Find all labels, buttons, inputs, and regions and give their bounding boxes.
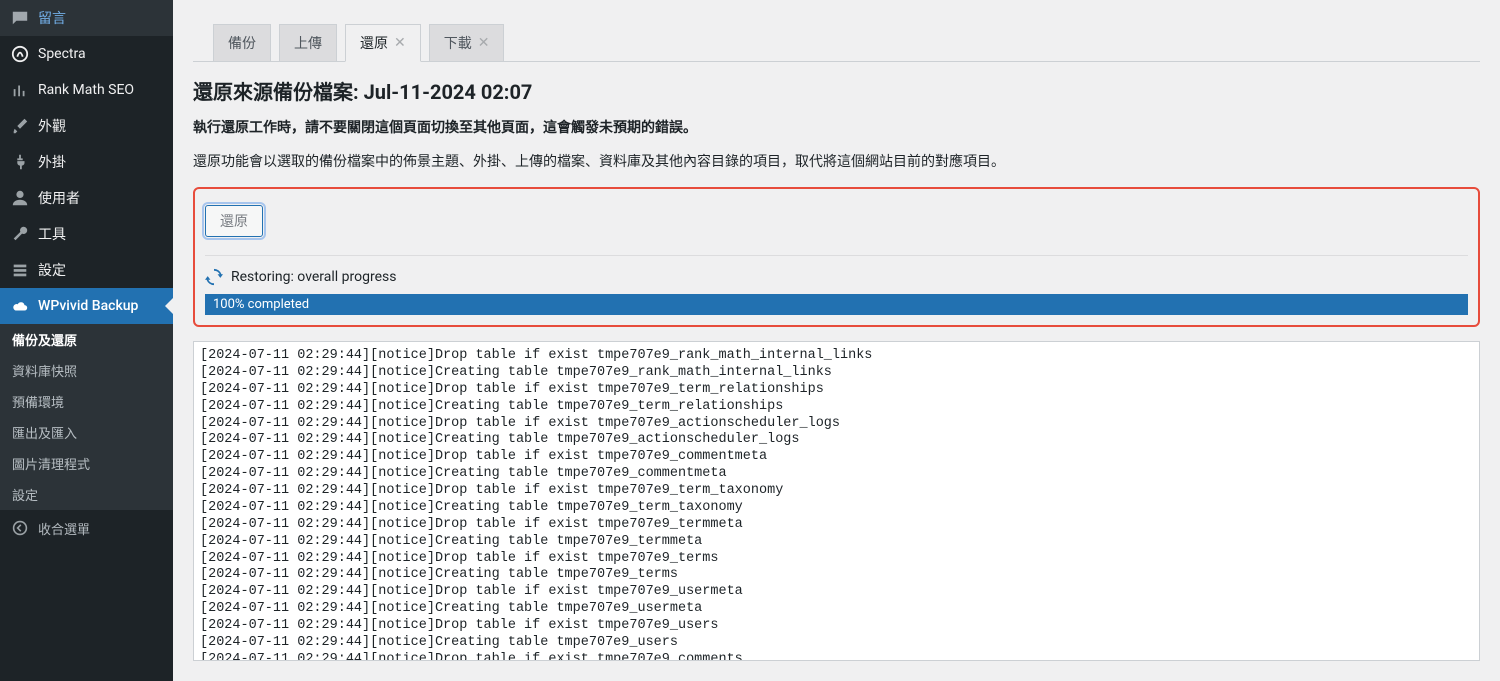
sidebar-item-label: Rank Math SEO (38, 82, 134, 98)
sidebar-item-label: 外掛 (38, 152, 66, 172)
submenu-item[interactable]: 匯出及匯入 (0, 417, 173, 448)
backup-timestamp: Jul-11-2024 02:07 (364, 80, 533, 104)
sidebar-item-使用者[interactable]: 使用者 (0, 180, 173, 216)
divider (205, 255, 1468, 256)
progress-bar: 100% completed (205, 294, 1468, 315)
sidebar-item-label: 設定 (38, 260, 66, 280)
tab-label: 下載 (444, 33, 472, 53)
cloud-icon (10, 296, 30, 316)
wrench-icon (10, 224, 30, 244)
user-icon (10, 188, 30, 208)
submenu-item[interactable]: 圖片清理程式 (0, 448, 173, 479)
comment-icon (10, 8, 30, 28)
sidebar-item-label: 留言 (38, 8, 66, 28)
sidebar-item-label: Spectra (38, 46, 86, 62)
brush-icon (10, 116, 30, 136)
submenu-item[interactable]: 預備環境 (0, 386, 173, 417)
sidebar-item-label: 外觀 (38, 116, 66, 136)
admin-sidebar: 留言 Spectra Rank Math SEO 外觀外掛使用者工具設定 WPvivid… (0, 0, 173, 681)
spectra-icon (10, 44, 30, 64)
submenu-item[interactable]: 備份及還原 (0, 324, 173, 355)
progress-label-text: Restoring: overall progress (231, 269, 396, 285)
sidebar-item-外掛[interactable]: 外掛 (0, 144, 173, 180)
sidebar-item-工具[interactable]: 工具 (0, 216, 173, 252)
restore-button[interactable]: 還原 (205, 205, 263, 237)
page-title: 還原來源備份檔案: Jul-11-2024 02:07 (193, 76, 1480, 105)
submenu-item[interactable]: 資料庫快照 (0, 355, 173, 386)
sidebar-item-wpvivid-backup[interactable]: WPvivid Backup (0, 288, 173, 324)
sidebar-item-設定[interactable]: 設定 (0, 252, 173, 288)
collapse-menu[interactable]: 收合選單 (0, 510, 173, 546)
sidebar-item-外觀[interactable]: 外觀 (0, 108, 173, 144)
description-text: 還原功能會以選取的備份檔案中的佈景主題、外掛、上傳的檔案、資料庫及其他內容目錄的… (193, 151, 1480, 171)
sync-icon (205, 268, 223, 286)
progress-label-row: Restoring: overall progress (205, 268, 1468, 286)
collapse-label: 收合選單 (38, 519, 90, 538)
warning-note: 執行還原工作時，請不要關閉這個頁面切換至其他頁面，這會觸發未預期的錯誤。 (193, 117, 1480, 137)
tab-label: 備份 (228, 33, 256, 53)
tab-還原[interactable]: 還原 ✕ (345, 24, 421, 62)
log-output[interactable]: [2024-07-11 02:29:44][notice]Drop table … (193, 341, 1480, 661)
tab-bar: 備份 上傳 還原 ✕ 下載 ✕ (193, 10, 1480, 62)
chart-icon (10, 80, 30, 100)
close-icon[interactable]: ✕ (394, 36, 406, 50)
restore-progress-region: 還原 Restoring: overall progress 100% comp… (193, 187, 1480, 327)
sidebar-item-留言[interactable]: 留言 (0, 0, 173, 36)
sidebar-item-rank-math-seo[interactable]: Rank Math SEO (0, 72, 173, 108)
main-content: 備份上傳還原✕下載✕ 還原來源備份檔案: Jul-11-2024 02:07 執… (173, 0, 1500, 681)
tab-label: 還原 (360, 33, 388, 53)
tab-備份[interactable]: 備份 (213, 24, 271, 61)
sidebar-item-label: 使用者 (38, 188, 80, 208)
close-icon[interactable]: ✕ (478, 36, 490, 50)
plug-icon (10, 152, 30, 172)
settings-icon (10, 260, 30, 280)
sidebar-item-label: WPvivid Backup (38, 298, 138, 314)
sidebar-item-spectra[interactable]: Spectra (0, 36, 173, 72)
submenu-item[interactable]: 設定 (0, 479, 173, 510)
tab-下載[interactable]: 下載 ✕ (429, 24, 505, 61)
sidebar-item-label: 工具 (38, 224, 66, 244)
collapse-icon (10, 518, 30, 538)
tab-上傳[interactable]: 上傳 (279, 24, 337, 61)
tab-label: 上傳 (294, 33, 322, 53)
